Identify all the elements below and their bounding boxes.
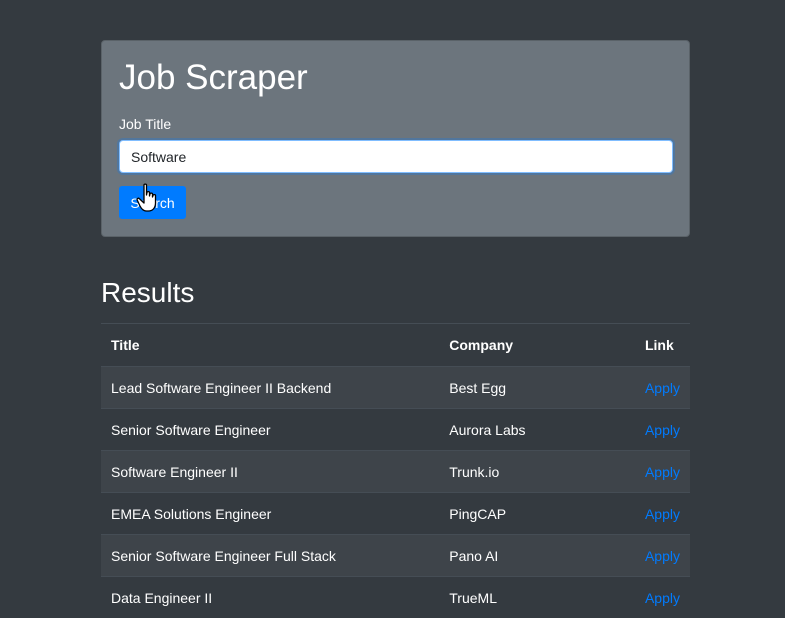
table-row: Data Engineer II TrueML Apply [101, 577, 690, 618]
results-heading: Results [101, 276, 194, 310]
table-row: Senior Software Engineer Aurora Labs App… [101, 409, 690, 451]
apply-link[interactable]: Apply [645, 548, 680, 564]
link-cell: Apply [635, 367, 690, 409]
link-cell: Apply [635, 451, 690, 493]
job-title-cell: Software Engineer II [101, 451, 439, 493]
job-title-input[interactable] [119, 140, 673, 173]
company-cell: Trunk.io [439, 451, 635, 493]
link-cell: Apply [635, 577, 690, 618]
table-header-row: Title Company Link [101, 324, 690, 367]
company-cell: Pano AI [439, 535, 635, 577]
apply-link[interactable]: Apply [645, 506, 680, 522]
job-title-cell: Lead Software Engineer II Backend [101, 367, 439, 409]
job-title-cell: Senior Software Engineer Full Stack [101, 535, 439, 577]
results-table: Title Company Link Lead Software Enginee… [101, 323, 690, 618]
link-cell: Apply [635, 535, 690, 577]
company-cell: Aurora Labs [439, 409, 635, 451]
search-card: Job Scraper Job Title Search [101, 40, 690, 237]
job-title-cell: Senior Software Engineer [101, 409, 439, 451]
table-row: EMEA Solutions Engineer PingCAP Apply [101, 493, 690, 535]
apply-link[interactable]: Apply [645, 422, 680, 438]
apply-link[interactable]: Apply [645, 380, 680, 396]
job-title-label: Job Title [119, 115, 171, 133]
job-title-cell: EMEA Solutions Engineer [101, 493, 439, 535]
column-header-link: Link [635, 324, 690, 367]
column-header-title: Title [101, 324, 439, 367]
job-title-cell: Data Engineer II [101, 577, 439, 618]
table-row: Software Engineer II Trunk.io Apply [101, 451, 690, 493]
company-cell: PingCAP [439, 493, 635, 535]
search-button[interactable]: Search [119, 186, 186, 219]
page-title: Job Scraper [119, 57, 308, 99]
company-cell: TrueML [439, 577, 635, 618]
apply-link[interactable]: Apply [645, 464, 680, 480]
apply-link[interactable]: Apply [645, 590, 680, 606]
link-cell: Apply [635, 409, 690, 451]
table-row: Lead Software Engineer II Backend Best E… [101, 367, 690, 409]
column-header-company: Company [439, 324, 635, 367]
table-row: Senior Software Engineer Full Stack Pano… [101, 535, 690, 577]
link-cell: Apply [635, 493, 690, 535]
company-cell: Best Egg [439, 367, 635, 409]
